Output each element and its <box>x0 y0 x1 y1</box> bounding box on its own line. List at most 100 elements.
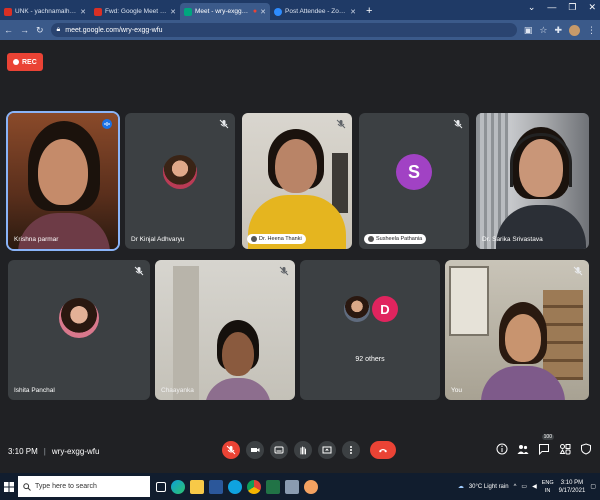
face-shape <box>275 139 317 193</box>
face-shape <box>505 314 541 362</box>
participant-name: Dr Kinjal Adhvaryu <box>131 236 185 243</box>
mic-off-icon <box>219 119 229 129</box>
app-icon[interactable] <box>304 479 318 494</box>
mic-toggle-button[interactable] <box>222 441 240 459</box>
people-icon[interactable] <box>517 443 529 455</box>
present-icon <box>322 446 332 454</box>
bookmark-star-icon[interactable]: ☆ <box>539 25 547 36</box>
close-icon[interactable]: ✕ <box>80 8 86 16</box>
captions-icon <box>274 446 284 454</box>
address-bar[interactable]: 🔒︎ meet.google.com/wry-exgg-wfu <box>50 23 517 37</box>
clock-date: 9/17/2021 <box>558 487 586 494</box>
camera-indicator-icon[interactable]: ▣ <box>524 25 533 36</box>
camera-toggle-button[interactable] <box>246 441 264 459</box>
more-options-button[interactable] <box>342 441 360 459</box>
hand-icon <box>300 446 306 455</box>
task-view-icon[interactable] <box>156 481 166 492</box>
participant-tile-you[interactable]: You <box>445 260 589 400</box>
participant-tile-sarika[interactable]: Dr. Sarika Srivastava <box>476 113 589 249</box>
mic-off-icon <box>279 266 289 276</box>
participant-tile-krishna[interactable]: Krishna parmar <box>6 111 120 251</box>
browser-tab-gmail-2[interactable]: Fwd: Google Meet Link for tom ✕ <box>90 3 180 20</box>
browser-tab-gmail-1[interactable]: UNK - yachnamalhotra@its.edu ✕ <box>0 3 90 20</box>
present-screen-button[interactable] <box>318 441 336 459</box>
door-shape <box>173 266 199 400</box>
participant-tile-kinjal[interactable]: Dr Kinjal Adhvaryu <box>125 113 235 249</box>
tab-label: Meet - wry-exgg-wfu <box>195 8 250 15</box>
word-icon[interactable] <box>209 479 223 494</box>
browser-tab-strip: UNK - yachnamalhotra@its.edu ✕ Fwd: Goog… <box>0 0 600 20</box>
raise-hand-button[interactable] <box>294 441 312 459</box>
minimize-icon[interactable]: — <box>547 2 556 13</box>
clock-time: 3:10 PM <box>560 479 584 486</box>
chat-icon[interactable] <box>538 443 550 455</box>
weather-text[interactable]: 30°C Light rain <box>469 484 509 490</box>
url-text: meet.google.com/wry-exgg-wfu <box>65 26 163 34</box>
activities-icon[interactable] <box>559 443 571 455</box>
back-icon[interactable]: ← <box>4 25 13 35</box>
participant-tile-chaayanka[interactable]: Chaayanka <box>155 260 295 400</box>
taskbar-clock[interactable]: 3:10 PM 9/17/2021 <box>559 479 586 495</box>
taskbar-search-box[interactable]: Type here to search <box>18 476 150 497</box>
mic-off-icon <box>453 119 463 129</box>
windows-logo-icon <box>4 481 14 492</box>
browser-tab-zoom[interactable]: Post Attendee - Zoom ✕ <box>270 3 360 20</box>
others-count: 92 others <box>355 356 385 363</box>
meeting-info-icon[interactable] <box>496 443 508 455</box>
participant-video <box>445 260 589 400</box>
profile-avatar[interactable] <box>569 24 580 36</box>
chrome-icon[interactable] <box>247 479 261 494</box>
volume-icon[interactable]: ◀︎ <box>532 483 537 490</box>
window-controls: ⌄ — ❐ ✕ <box>528 2 596 13</box>
meeting-time: 3:10 PM <box>8 447 38 456</box>
maximize-icon[interactable]: ❐ <box>568 2 576 13</box>
participant-tile-others[interactable]: D 92 others <box>300 260 440 400</box>
show-hidden-icons-icon[interactable]: ^ <box>514 484 517 490</box>
edge-icon[interactable] <box>171 479 185 494</box>
close-icon[interactable]: ✕ <box>170 8 176 16</box>
participant-tile-ishita[interactable]: Ishita Panchal <box>8 260 150 400</box>
close-window-icon[interactable]: ✕ <box>588 2 596 13</box>
reload-icon[interactable]: ↻ <box>36 25 44 36</box>
paint-icon[interactable] <box>285 479 299 494</box>
tab-label: Fwd: Google Meet Link for tom <box>105 8 167 15</box>
body-shape <box>18 213 110 249</box>
tab-label: UNK - yachnamalhotra@its.edu <box>15 8 78 15</box>
skype-icon[interactable] <box>228 479 242 494</box>
weather-icon[interactable]: ☁ <box>458 483 464 490</box>
window-shape <box>449 266 489 336</box>
network-icon[interactable]: ▭ <box>521 483 527 490</box>
browser-tab-meet[interactable]: Meet - wry-exgg-wfu ● ✕ <box>180 3 270 20</box>
excel-icon[interactable] <box>266 479 280 494</box>
close-icon[interactable]: ✕ <box>350 8 356 16</box>
participant-avatar-photo <box>59 298 99 338</box>
language-indicator[interactable]: ENG IN <box>542 479 554 495</box>
tab-search-icon[interactable]: ⌄ <box>528 2 536 13</box>
leave-call-button[interactable] <box>370 441 396 459</box>
gmail-icon <box>4 7 12 16</box>
menu-kebab-icon[interactable]: ⋮ <box>587 25 596 36</box>
close-icon[interactable]: ✕ <box>260 8 266 16</box>
participant-tile-heena[interactable]: Dr. Heena Thanki <box>242 113 352 249</box>
people-count-badge: 100 <box>541 434 554 440</box>
start-button[interactable] <box>0 473 18 500</box>
notifications-icon[interactable]: ▢ <box>590 483 596 490</box>
participant-name-chip: Susheela Pathania <box>364 234 427 244</box>
call-controls <box>222 441 396 459</box>
face-shape <box>222 332 254 376</box>
new-tab-button[interactable]: + <box>360 3 378 20</box>
host-controls-icon[interactable] <box>580 443 592 455</box>
meet-icon <box>184 7 192 16</box>
mic-off-icon <box>336 119 346 129</box>
forward-icon[interactable]: → <box>20 25 29 35</box>
participant-name-chip: Dr. Heena Thanki <box>247 234 306 244</box>
captions-button[interactable] <box>270 441 288 459</box>
side-panel-controls <box>496 443 592 455</box>
meet-stage: REC Krishna parmar Dr Kinjal Adhvaryu Dr… <box>0 40 600 473</box>
browser-toolbar: ← → ↻ 🔒︎ meet.google.com/wry-exgg-wfu ▣ … <box>0 20 600 40</box>
camera-icon <box>251 448 260 452</box>
file-explorer-icon[interactable] <box>190 479 204 494</box>
shelf-shape <box>543 290 583 380</box>
extensions-icon[interactable]: ✚ <box>554 25 562 36</box>
participant-tile-susheela[interactable]: S Susheela Pathania <box>359 113 469 249</box>
